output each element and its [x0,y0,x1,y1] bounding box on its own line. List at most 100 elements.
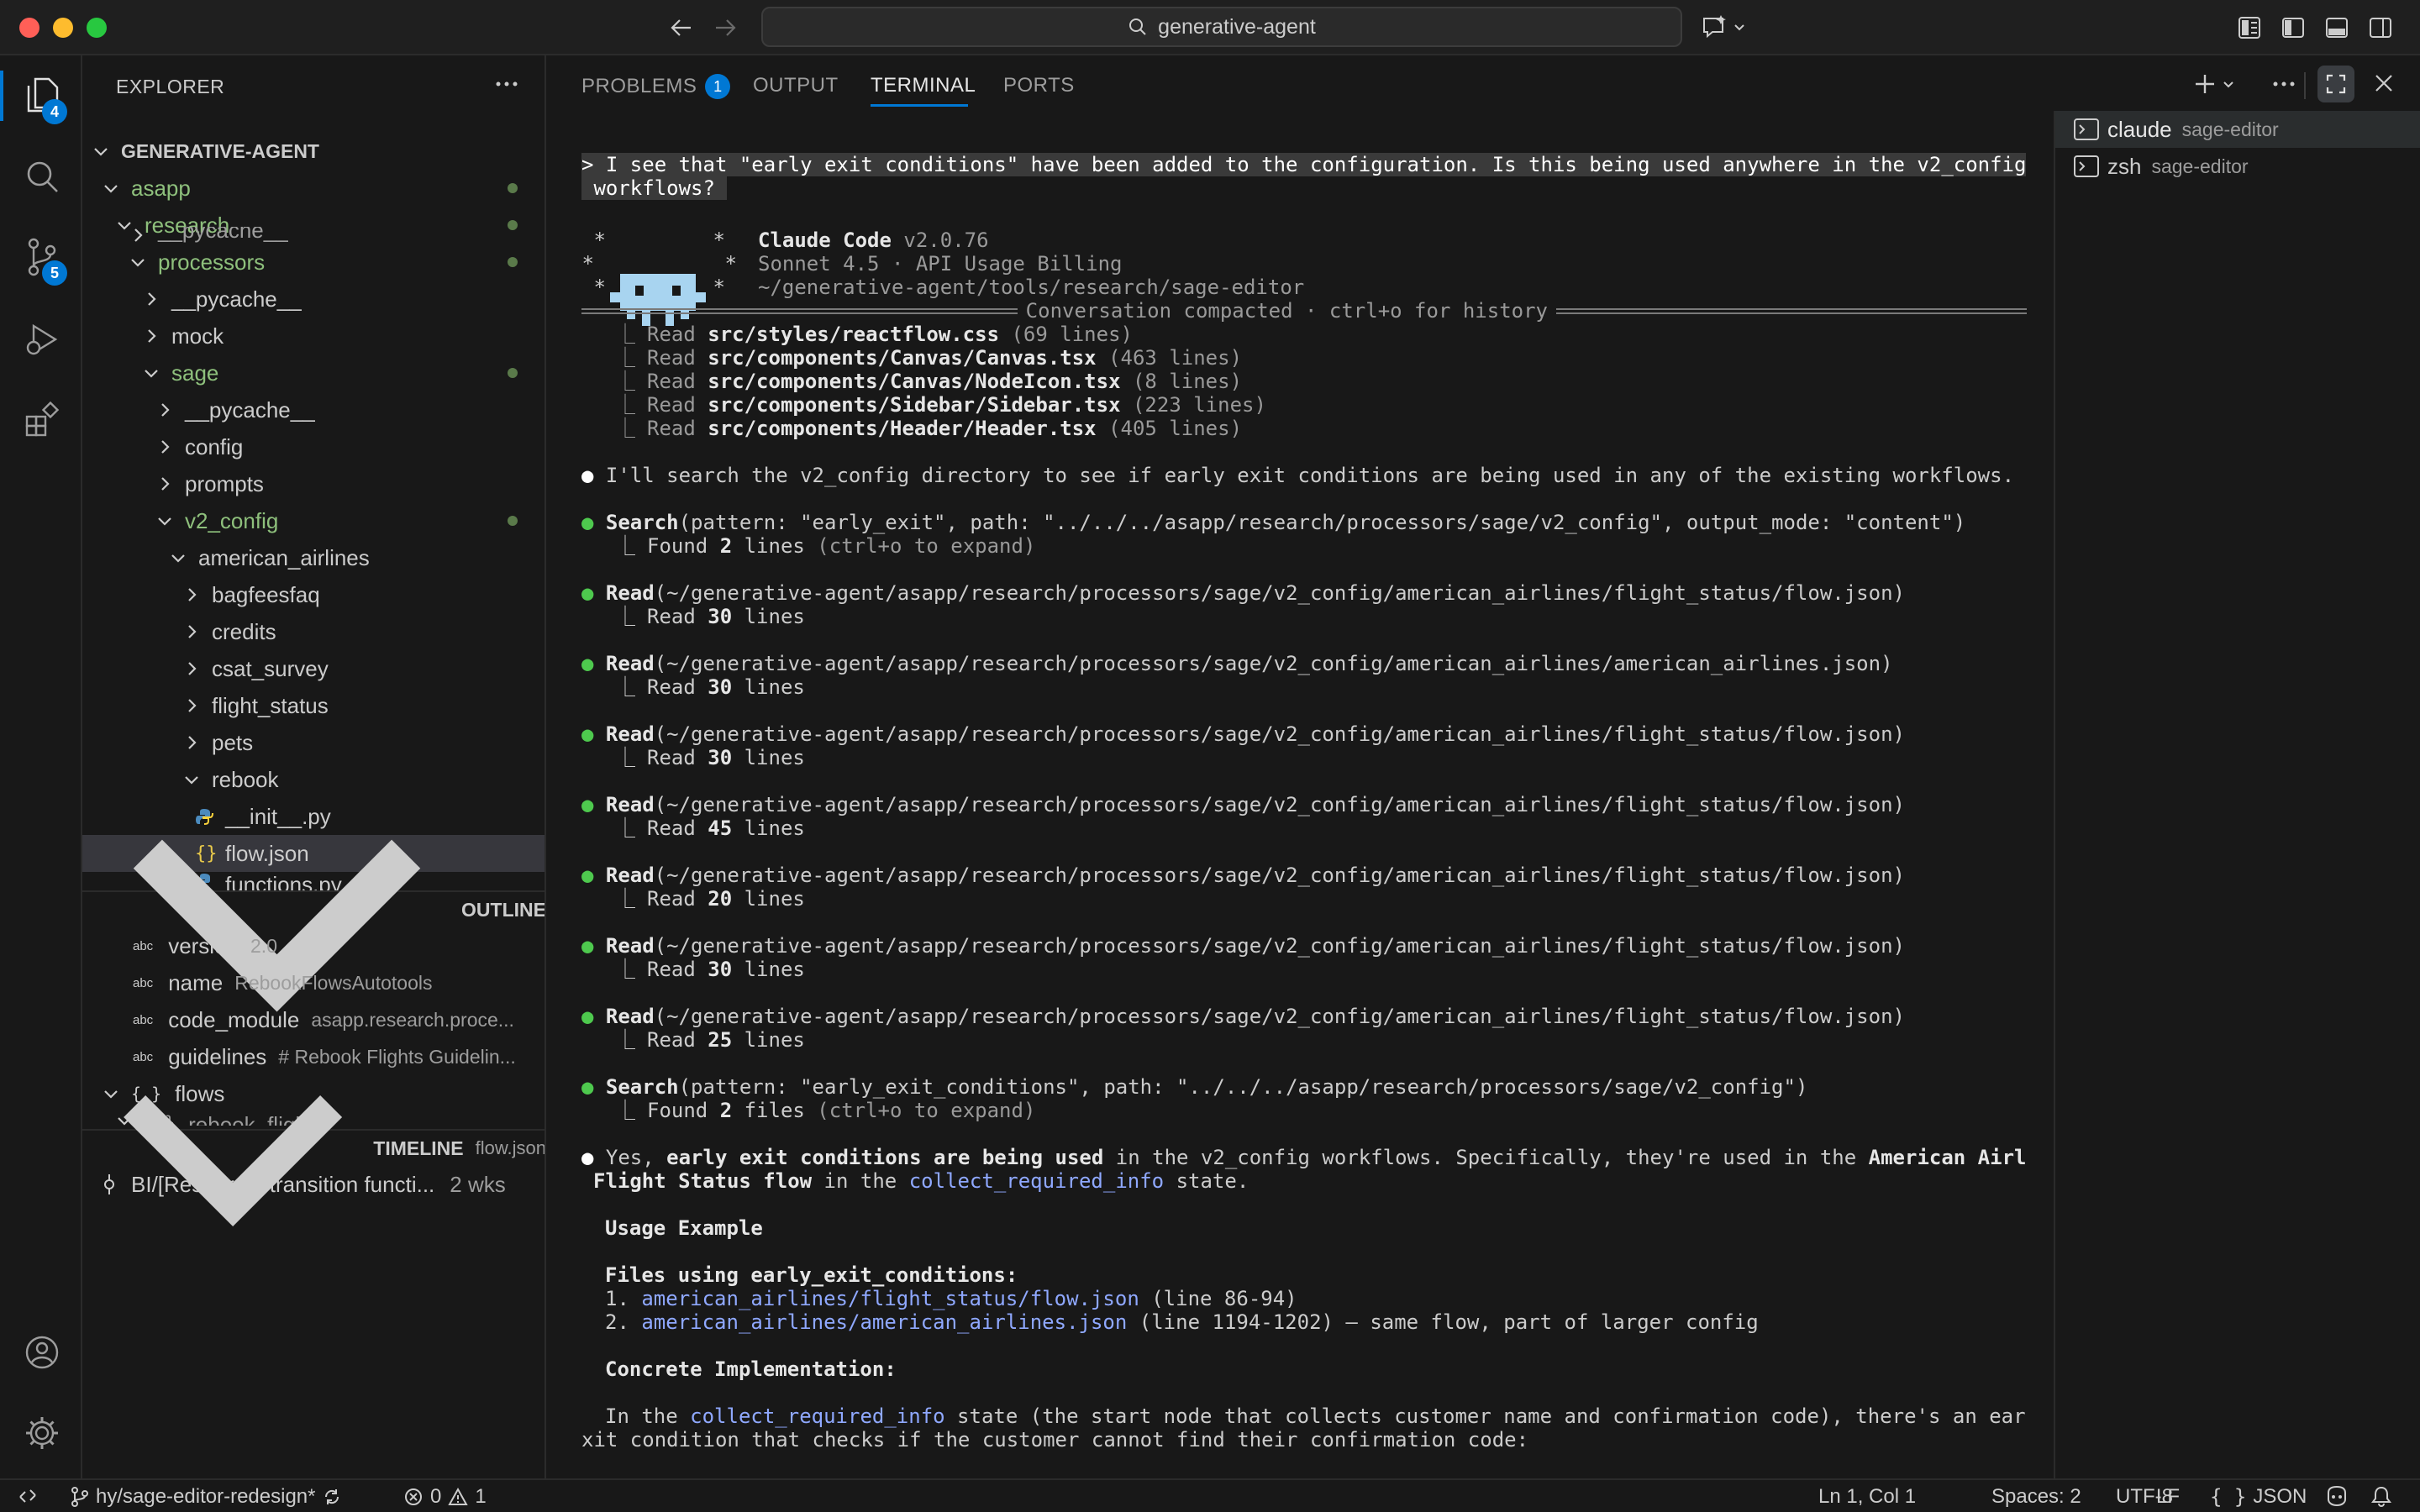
tree-item-american-airlines[interactable]: american_airlines [82,539,544,576]
tree-item-asapp[interactable]: asapp [82,170,544,207]
chevron-right-icon [188,588,197,601]
tree-item-v2-config[interactable]: v2_config [82,502,544,539]
remote-icon[interactable] [17,1485,39,1507]
extensions-icon[interactable] [20,398,64,442]
terminal-entry-zsh[interactable]: zsh sage-editor [2055,148,2420,185]
copilot-status-icon[interactable] [2324,1485,2349,1507]
tool-result: ⎿ Read 30 lines [615,746,805,769]
manage-gear-icon[interactable] [20,1411,64,1455]
tool-call: ● Read(~/generative-agent/asapp/research… [581,864,1905,887]
tab-ports[interactable]: PORTS [1003,74,1075,97]
tree-item-mock[interactable]: mock [82,318,544,354]
tab-terminal[interactable]: TERMINAL [871,74,976,97]
model-info: Sonnet 4.5 · API Usage Billing [758,252,1123,276]
terminal-cwd: sage-editor [2151,155,2249,177]
toggle-secondary-sidebar-icon[interactable] [2368,15,2393,40]
tree-label: __pycache__ [185,396,315,423]
mascot-star: * [581,228,606,252]
chevron-down-icon [171,554,185,563]
language-mode[interactable]: { } JSON [2210,1485,2307,1509]
accounts-icon[interactable] [20,1331,64,1374]
problems-status[interactable]: 0 1 [403,1485,487,1509]
timeline-entry[interactable]: BI/[Research] transition functi... 2 wks [82,1166,544,1203]
warning-icon [448,1487,469,1505]
branch-name: hy/sage-editor-redesign* [96,1485,316,1508]
explorer-root[interactable]: GENERATIVE-AGENT [82,133,544,170]
read-line: ⎿ Read src/components/Header/Header.tsx (… [615,417,1243,440]
tree-item-credits[interactable]: credits [82,613,544,650]
outline-key: name [168,969,224,995]
copilot-chat-icon[interactable] [1701,13,1746,40]
source-control-icon[interactable]: 5 [20,235,67,286]
file-link[interactable]: american_airlines/flight_status/flow.jso… [641,1287,1139,1310]
modified-dot [508,257,518,267]
scm-badge: 5 [42,260,67,286]
tree-item-sage[interactable]: sage [82,354,544,391]
maximize-window-button[interactable] [87,18,107,38]
tab-problems[interactable]: PROBLEMS 1 [581,74,731,99]
close-panel-icon[interactable] [2373,72,2395,94]
tree-item-prompts[interactable]: prompts [82,465,544,502]
notifications-bell-icon[interactable] [2371,1485,2391,1507]
usage-heading: Usage Example [605,1216,763,1240]
outline-header[interactable]: OUTLINE [82,840,544,1012]
tree-item-bagfeesfaq[interactable]: bagfeesfaq [82,576,544,613]
tree-item-pycache-partial[interactable]: __pycache__ [82,227,544,244]
file-link[interactable]: american_airlines/american_airlines.json [641,1310,1127,1334]
git-branch[interactable]: hy/sage-editor-redesign* [71,1485,342,1509]
new-terminal-button[interactable] [2193,72,2235,96]
tree-item-csat-survey[interactable]: csat_survey [82,650,544,687]
chevron-right-icon [161,403,170,417]
minimize-window-button[interactable] [53,18,73,38]
tool-call: ● Read(~/generative-agent/asapp/research… [581,722,1905,746]
mascot-star: * [713,252,737,276]
outline-item[interactable]: abc version 2.0 [82,927,544,964]
explorer-icon[interactable]: 4 [20,74,67,124]
panel-more-icon[interactable] [2272,77,2296,91]
end-of-line[interactable]: LF [2156,1485,2180,1509]
mascot-star: * [581,252,594,276]
run-debug-icon[interactable] [20,318,64,361]
tree-item-processors[interactable]: processors [82,244,544,281]
tool-result: ⎿ Found 2 files (ctrl+o to expand) [615,1099,1036,1122]
search-activity-icon[interactable] [20,155,64,198]
forward-arrow-icon[interactable] [713,15,738,40]
toggle-primary-sidebar-icon[interactable] [2281,15,2306,40]
tool-call: ● Read(~/generative-agent/asapp/research… [581,1005,1905,1028]
close-window-button[interactable] [19,18,39,38]
back-arrow-icon[interactable] [669,15,694,40]
tree-item-config[interactable]: config [82,428,544,465]
sync-icon[interactable] [322,1487,342,1507]
tool-call: ● Read(~/generative-agent/asapp/research… [581,652,1893,675]
explorer-title: EXPLORER [116,76,225,97]
terminal-name: claude [2107,116,2172,142]
timeline-header[interactable]: TIMELINE flow.json [82,1095,544,1226]
tool-call: ● Read(~/generative-agent/asapp/research… [581,581,1905,605]
toggle-panel-icon[interactable] [2324,15,2349,40]
customize-layout-icon[interactable] [2237,15,2262,40]
chevron-right-icon [161,440,170,454]
prompt-line: workflows? [581,176,728,200]
title-bar: generative-agent [0,0,2420,55]
tree-item-pycache[interactable]: __pycache__ [82,391,544,428]
tree-item-flight-status[interactable]: flight_status [82,687,544,724]
terminal-entry-claude[interactable]: claude sage-editor [2055,111,2420,148]
json-braces-icon: { } [2210,1485,2247,1509]
tab-label: PROBLEMS [581,75,697,97]
terminal-output[interactable]: > I see that "early exit conditions" hav… [581,153,2027,1472]
impl-heading: Concrete Implementation: [605,1357,897,1381]
tool-call: ● Search(pattern: "early_exit_conditions… [581,1075,1808,1099]
indentation[interactable]: Spaces: 2 [1991,1485,2081,1509]
more-actions-icon[interactable] [494,76,519,92]
tab-output[interactable]: OUTPUT [753,74,839,97]
tree-item-pycache[interactable]: __pycache__ [82,281,544,318]
outline-item[interactable]: abc name RebookFlowsAutotools [82,964,544,1001]
explorer-badge: 4 [42,99,67,124]
command-center-search[interactable]: generative-agent [761,7,1682,47]
mascot-star: * [581,276,606,299]
modified-dot [508,516,518,526]
maximize-panel-icon[interactable] [2317,66,2354,102]
string-symbol-icon: abc [133,938,154,953]
cursor-position[interactable]: Ln 1, Col 1 [1818,1485,1916,1509]
timeline-age: 2 wks [450,1171,506,1197]
